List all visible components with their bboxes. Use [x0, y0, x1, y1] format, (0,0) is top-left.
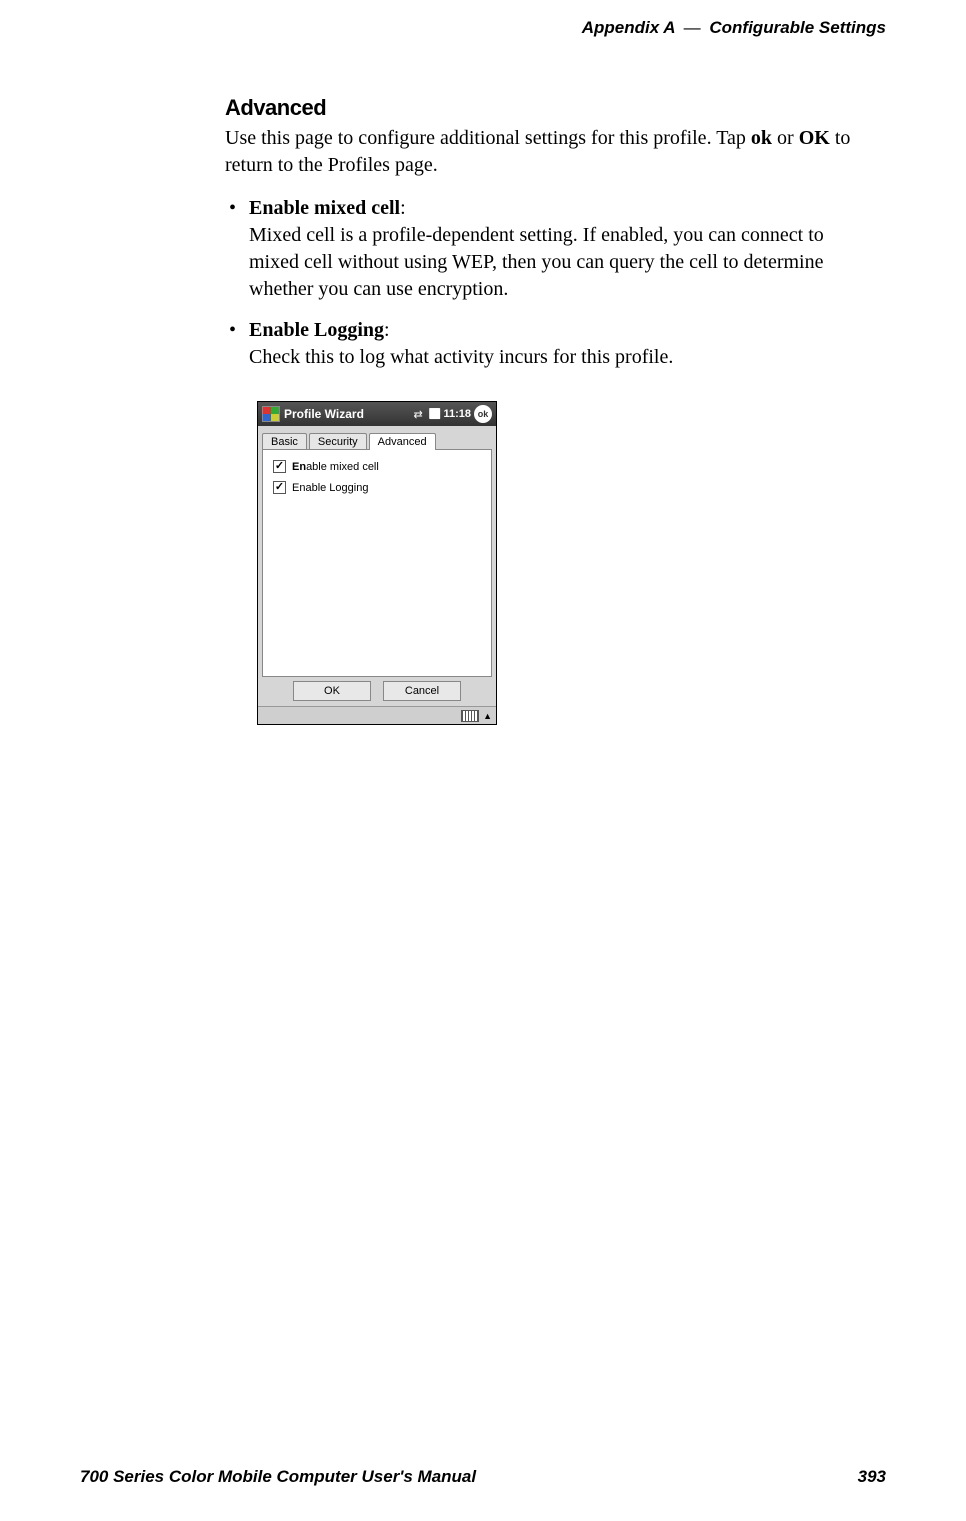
tab-advanced[interactable]: Advanced: [369, 433, 436, 450]
tabs-row: Basic Security Advanced: [262, 432, 492, 449]
app-title: Profile Wizard: [284, 407, 409, 421]
bullet-mixed-cell: Enable mixed cell: Mixed cell is a profi…: [227, 195, 865, 303]
label-mixed-rest: able mixed cell: [306, 461, 379, 473]
app-titlebar: Profile Wizard 11:18 ok: [258, 402, 496, 426]
tab-basic[interactable]: Basic: [262, 433, 307, 450]
ok-badge-button[interactable]: ok: [474, 405, 492, 423]
header-appendix: Appendix A: [582, 18, 675, 37]
bullet-body-logging: Check this to log what activity incurs f…: [249, 346, 673, 368]
connectivity-icon[interactable]: [413, 408, 425, 420]
header-dash: —: [684, 18, 701, 37]
cancel-button[interactable]: Cancel: [383, 681, 461, 701]
ok-button[interactable]: OK: [293, 681, 371, 701]
check-row-mixed-cell: Enable mixed cell: [273, 460, 481, 473]
bullet-colon-1: :: [384, 319, 390, 341]
tabpanel-advanced: Enable mixed cell Enable Logging: [262, 449, 492, 677]
start-flag-icon[interactable]: [262, 406, 280, 422]
signal-icon[interactable]: [428, 408, 440, 420]
bullet-title-logging: Enable Logging: [249, 319, 384, 341]
bottom-bar: ▲: [258, 706, 496, 724]
intro-mid: or: [772, 127, 799, 149]
header-title: Configurable Settings: [709, 18, 886, 37]
bullet-list: Enable mixed cell: Mixed cell is a profi…: [227, 195, 865, 371]
checkbox-logging[interactable]: [273, 481, 286, 494]
label-mixed-cell: Enable mixed cell: [292, 461, 379, 473]
footer-page-number: 393: [858, 1467, 886, 1487]
main-content: Advanced Use this page to configure addi…: [225, 95, 865, 725]
tab-security[interactable]: Security: [309, 433, 367, 450]
page-header: Appendix A — Configurable Settings: [582, 18, 886, 38]
embedded-screenshot: Profile Wizard 11:18 ok Basic Security A…: [257, 401, 497, 725]
clock-time: 11:18: [443, 408, 471, 420]
client-area: Basic Security Advanced Enable mixed cel…: [258, 426, 496, 706]
bullet-logging: Enable Logging: Check this to log what a…: [227, 317, 865, 371]
footer-manual-title: 700 Series Color Mobile Computer User's …: [80, 1467, 476, 1487]
label-mixed-bold: En: [292, 461, 306, 473]
check-row-logging: Enable Logging: [273, 481, 481, 494]
keyboard-sip-icon[interactable]: [461, 710, 479, 722]
sip-arrow-icon[interactable]: ▲: [483, 711, 492, 721]
label-logging: Enable Logging: [292, 482, 368, 494]
bullet-colon-0: :: [400, 197, 406, 219]
intro-pre: Use this page to configure additional se…: [225, 127, 751, 149]
bullet-body-mixed: Mixed cell is a profile-dependent settin…: [249, 224, 824, 300]
status-icons: 11:18 ok: [413, 405, 492, 423]
intro-ok-caps: OK: [799, 127, 830, 149]
section-title: Advanced: [225, 95, 865, 121]
intro-ok-small: ok: [751, 127, 772, 149]
section-intro: Use this page to configure additional se…: [225, 125, 865, 179]
checkbox-mixed-cell[interactable]: [273, 460, 286, 473]
page-footer: 700 Series Color Mobile Computer User's …: [80, 1467, 886, 1487]
button-row: OK Cancel: [262, 681, 492, 701]
bullet-title-mixed: Enable mixed cell: [249, 197, 400, 219]
